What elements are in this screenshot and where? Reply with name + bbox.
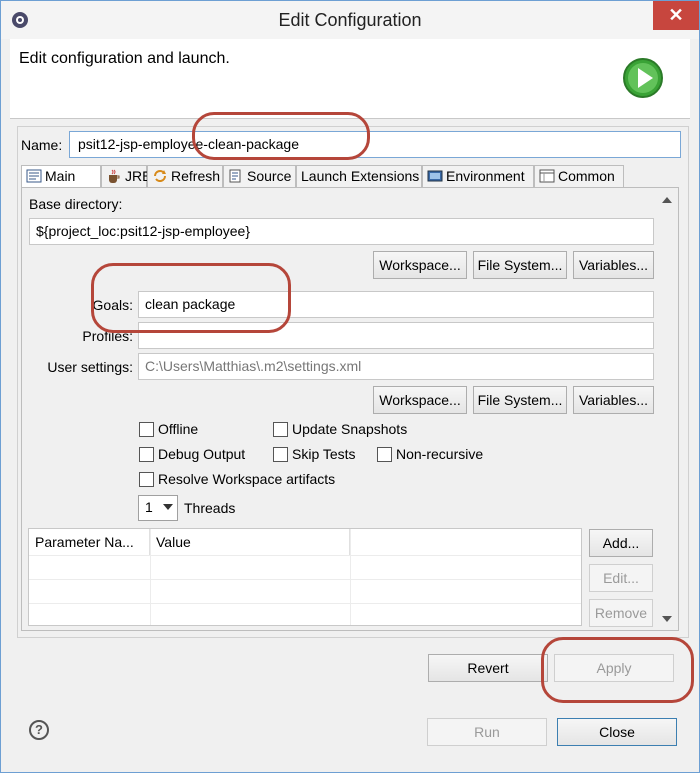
non-recursive-label: Non-recursive <box>396 446 484 462</box>
debug-output-label: Debug Output <box>158 446 246 462</box>
user-settings-input[interactable]: C:\Users\Matthias\.m2\settings.xml <box>138 353 654 380</box>
tab-launch-extensions-label: Launch Extensions <box>301 168 420 184</box>
settings-workspace-button[interactable]: Workspace... <box>373 386 467 414</box>
threads-select[interactable]: 1 <box>138 495 178 521</box>
resolve-workspace-label: Resolve Workspace artifacts <box>158 471 336 487</box>
help-icon[interactable]: ? <box>29 720 49 740</box>
name-label: Name: <box>21 137 63 153</box>
close-button[interactable]: Close <box>557 718 677 746</box>
tab-source[interactable]: Source <box>223 165 296 187</box>
tab-refresh-label: Refresh <box>171 168 221 184</box>
refresh-icon <box>154 170 166 182</box>
base-file-system-button[interactable]: File System... <box>473 251 567 279</box>
table-row-divider <box>29 555 581 556</box>
threads-label: Threads <box>184 500 236 516</box>
tab-refresh[interactable]: Refresh <box>147 165 223 187</box>
parameter-table[interactable]: Parameter Na... Value <box>28 528 582 626</box>
profiles-label: Profiles: <box>82 328 133 344</box>
common-icon <box>539 169 555 183</box>
window-close-button[interactable]: ✕ <box>653 1 699 30</box>
source-icon <box>229 169 241 183</box>
settings-variables-button[interactable]: Variables... <box>573 386 654 414</box>
title-bar: Edit Configuration ✕ <box>1 1 699 39</box>
environment-icon <box>427 170 443 182</box>
tab-jre[interactable]: JRE <box>101 165 151 187</box>
edit-configuration-dialog: Edit Configuration ✕ Edit configuration … <box>0 0 700 773</box>
settings-file-system-button[interactable]: File System... <box>473 386 567 414</box>
tab-source-label: Source <box>247 168 292 184</box>
table-row-divider <box>29 579 581 580</box>
tab-launch-extensions[interactable]: Launch Extensions <box>296 165 422 187</box>
tab-environment-label: Environment <box>446 168 525 184</box>
resolve-workspace-checkbox[interactable] <box>139 472 154 487</box>
skip-tests-label: Skip Tests <box>292 446 356 462</box>
base-variables-button[interactable]: Variables... <box>573 251 654 279</box>
non-recursive-checkbox[interactable] <box>377 447 392 462</box>
window-title: Edit Configuration <box>278 10 422 30</box>
banner-message: Edit configuration and launch. <box>19 50 230 67</box>
remove-parameter-button[interactable]: Remove <box>589 599 653 627</box>
goals-input[interactable]: clean package <box>138 291 654 318</box>
panel-scrollbar[interactable] <box>658 189 675 629</box>
tab-main-label: Main <box>45 168 76 184</box>
apply-button[interactable]: Apply <box>554 654 674 682</box>
table-row-divider <box>29 603 581 604</box>
scroll-down-icon[interactable] <box>662 616 672 622</box>
column-header-value[interactable]: Value <box>150 529 350 555</box>
debug-output-checkbox[interactable] <box>139 447 154 462</box>
offline-checkbox[interactable] <box>139 422 154 437</box>
tab-common[interactable]: Common <box>534 165 624 187</box>
table-column-divider <box>350 529 351 625</box>
update-snapshots-checkbox[interactable] <box>273 422 288 437</box>
revert-button[interactable]: Revert <box>428 654 548 682</box>
main-tab-icon <box>26 169 42 183</box>
offline-label: Offline <box>158 421 199 437</box>
user-settings-label: User settings: <box>47 359 133 375</box>
skip-tests-checkbox[interactable] <box>273 447 288 462</box>
tab-common-label: Common <box>558 168 615 184</box>
tab-environment[interactable]: Environment <box>422 165 534 187</box>
jre-icon <box>109 169 120 183</box>
goals-label: Goals: <box>92 297 133 313</box>
threads-value: 1 <box>145 499 153 515</box>
base-workspace-button[interactable]: Workspace... <box>373 251 467 279</box>
update-snapshots-label: Update Snapshots <box>292 421 408 437</box>
header-banner: Edit configuration and launch. <box>10 39 690 119</box>
add-parameter-button[interactable]: Add... <box>589 529 653 557</box>
run-button[interactable]: Run <box>427 718 547 746</box>
run-icon <box>623 58 663 98</box>
tab-main[interactable]: Main <box>21 165 101 188</box>
base-directory-input[interactable]: ${project_loc:psit12-jsp-employee} <box>29 218 654 245</box>
base-directory-label: Base directory: <box>29 196 123 212</box>
name-input[interactable]: psit12-jsp-employee-clean-package <box>69 131 681 158</box>
scroll-up-icon[interactable] <box>662 197 672 203</box>
profiles-input[interactable] <box>138 322 654 349</box>
edit-parameter-button[interactable]: Edit... <box>589 564 653 592</box>
chevron-down-icon <box>163 504 173 510</box>
table-column-divider <box>150 529 151 625</box>
column-header-parameter-name[interactable]: Parameter Na... <box>29 529 150 555</box>
